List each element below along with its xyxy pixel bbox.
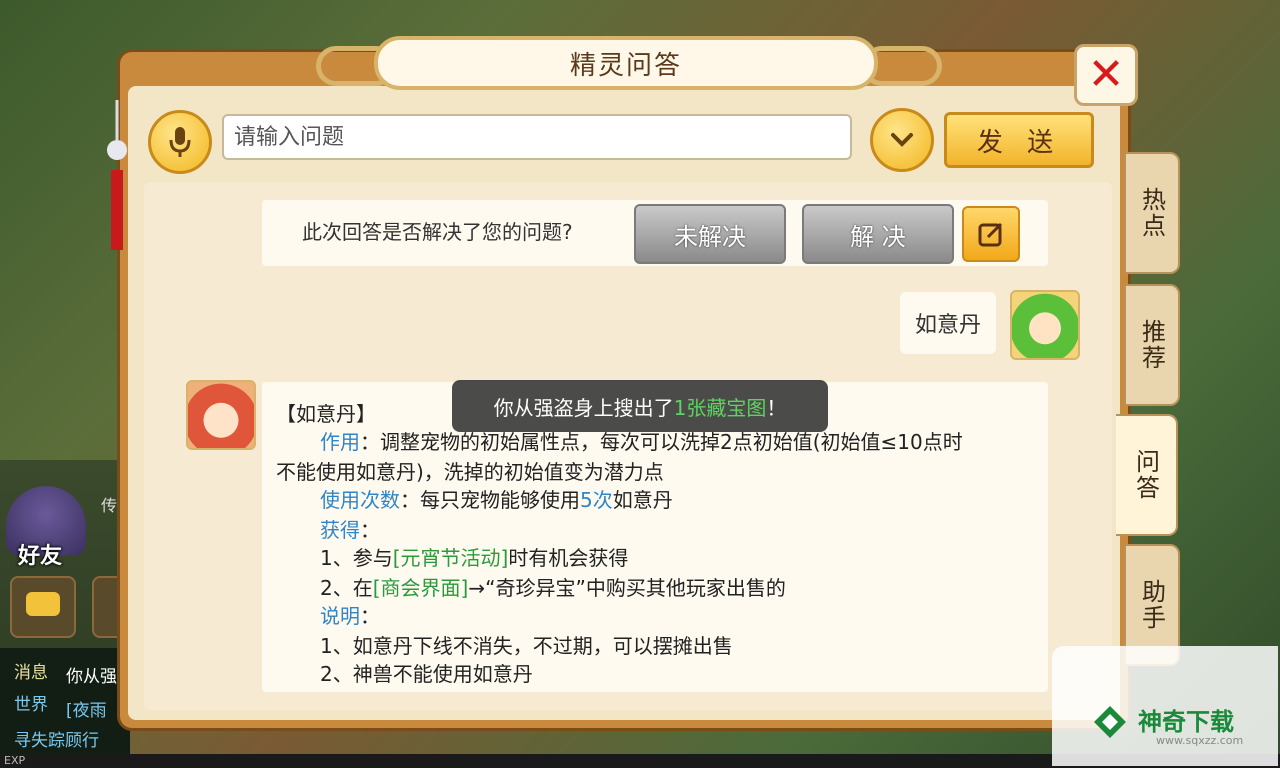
unsolved-button[interactable]: 未解决 xyxy=(634,204,786,264)
tab-hot[interactable]: 热点 xyxy=(1124,152,1180,274)
assistant-avatar xyxy=(186,380,256,450)
loot-toast: 你从强盗身上搜出了 1张 藏宝图！ xyxy=(452,380,828,432)
market-link[interactable]: [商会界面] xyxy=(373,576,469,600)
watermark-logo-icon xyxy=(1094,706,1126,738)
feedback-question: 此次回答是否解决了您的问题? xyxy=(302,220,573,244)
chat-log[interactable]: 消息 你从强 世界 [夜雨 寻失踪顾行 xyxy=(0,648,130,758)
tab-recommend[interactable]: 推荐 xyxy=(1124,284,1180,406)
obtain-line-2: 2、在[商会界面]→“奇珍异宝”中购买其他玩家出售的 xyxy=(320,576,786,600)
note-line-1: 1、如意丹下线不消失，不过期，可以摆摊出售 xyxy=(320,634,733,658)
dropdown-button[interactable] xyxy=(870,108,934,172)
chat-area[interactable]: 此次回答是否解决了您的问题? 未解决 解 决 如意丹 【如意丹】 作用：调整宠物… xyxy=(144,182,1112,710)
dialog-title: 精灵问答 xyxy=(569,50,682,81)
friend-label[interactable]: 好友 xyxy=(18,538,62,570)
note-line-2: 2、神兽不能使用如意丹 xyxy=(320,662,533,686)
obtain-line-1: 1、参与[元宵节活动]时有机会获得 xyxy=(320,546,629,570)
close-button[interactable]: ✕ xyxy=(1074,44,1138,106)
chat-line: 你从强 xyxy=(66,667,117,687)
answer-title: 【如意丹】 xyxy=(276,402,376,426)
effect-line-2: 不能使用如意丹)，洗掉的初始值变为潜力点 xyxy=(276,460,664,484)
edit-share-icon xyxy=(978,222,1003,247)
solved-button[interactable]: 解 决 xyxy=(802,204,954,264)
event-link[interactable]: [元宵节活动] xyxy=(393,546,509,570)
tab-qa[interactable]: 问答 xyxy=(1116,414,1178,536)
chat-channel-msg: 消息 xyxy=(14,663,48,683)
title-plate: 精灵问答 xyxy=(374,36,878,90)
microphone-icon xyxy=(169,127,191,157)
send-button[interactable]: 发 送 xyxy=(944,112,1094,168)
watermark-url: www.sqxzz.com xyxy=(1156,734,1244,747)
feedback-card: 此次回答是否解决了您的问题? 未解决 解 决 xyxy=(262,200,1048,266)
user-message: 如意丹 xyxy=(900,292,996,354)
share-button[interactable] xyxy=(962,206,1020,262)
chat-line: [夜雨 xyxy=(66,701,107,721)
chevron-down-icon xyxy=(891,133,913,147)
uses-line: 使用次数：每只宠物能够使用5次如意丹 xyxy=(320,488,673,512)
close-icon: ✕ xyxy=(1087,49,1125,100)
voice-input-button[interactable] xyxy=(148,110,212,174)
user-avatar xyxy=(1010,290,1080,360)
chat-icon[interactable] xyxy=(10,576,76,638)
obtain-heading: 获得： xyxy=(320,518,380,542)
chat-line: 寻失踪顾行 xyxy=(14,731,99,751)
side-text: 传 xyxy=(100,496,117,515)
watermark-text: 神奇下载 xyxy=(1138,708,1234,736)
question-input[interactable] xyxy=(222,114,852,160)
note-heading: 说明： xyxy=(320,604,380,628)
chat-channel-world: 世界 xyxy=(14,695,48,715)
